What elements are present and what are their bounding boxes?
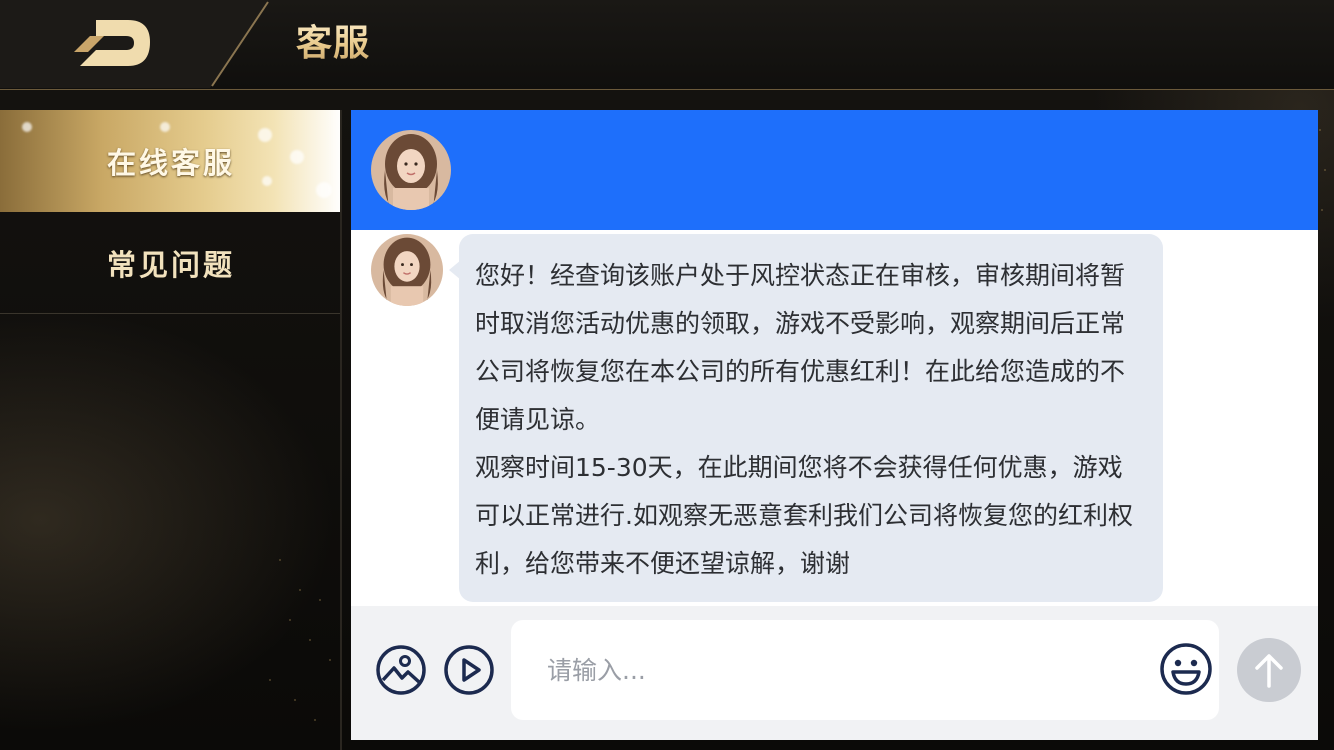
chat-panel: 您好！经查询该账户处于风控状态正在审核，审核期间将暂时取消您活动优惠的领取，游戏…: [351, 110, 1318, 740]
sidebar-item-label: 在线客服: [106, 146, 235, 180]
message-paragraph: 观察时间15-30天，在此期间您将不会获得任何优惠，游戏可以正常进行.如观察无恶…: [475, 453, 1133, 578]
play-icon: [444, 645, 494, 695]
top-header: 客服: [0, 0, 1334, 90]
sidebar-divider: [340, 110, 342, 750]
message-paragraph: 您好！经查询该账户处于风控状态正在审核，审核期间将暂时取消您活动优惠的领取，游戏…: [475, 261, 1126, 434]
sidebar-item-label: 常见问题: [106, 247, 235, 282]
sparkle-decoration: [316, 182, 332, 198]
video-upload-button[interactable]: [443, 644, 495, 696]
message-input[interactable]: [545, 650, 1125, 690]
emoji-button[interactable]: [1159, 642, 1212, 695]
sparkle-decoration: [160, 122, 170, 132]
message-bubble: 您好！经查询该账户处于风控状态正在审核，审核期间将暂时取消您活动优惠的领取，游戏…: [459, 234, 1163, 602]
sidebar-item-faq[interactable]: 常见问题: [0, 212, 342, 314]
image-upload-button[interactable]: [375, 644, 427, 696]
arrow-up-icon: [1255, 654, 1283, 688]
message-avatar: [371, 234, 443, 306]
page-title: 客服: [296, 14, 370, 66]
sparkle-decoration: [258, 128, 272, 142]
emoji-icon: [1160, 643, 1212, 695]
sparkle-decoration: [290, 150, 304, 164]
chat-header: [351, 110, 1318, 230]
sidebar: 在线客服 常见问题: [0, 110, 342, 750]
message-input-box: [511, 620, 1219, 720]
sparkle-decoration: [22, 122, 32, 132]
send-button[interactable]: [1237, 638, 1301, 702]
agent-avatar: [371, 130, 451, 210]
back-button[interactable]: [0, 0, 270, 90]
image-icon: [376, 645, 426, 695]
sparkle-decoration: [262, 176, 272, 186]
input-bar: [351, 606, 1318, 740]
sidebar-item-online-service[interactable]: 在线客服: [0, 110, 342, 212]
